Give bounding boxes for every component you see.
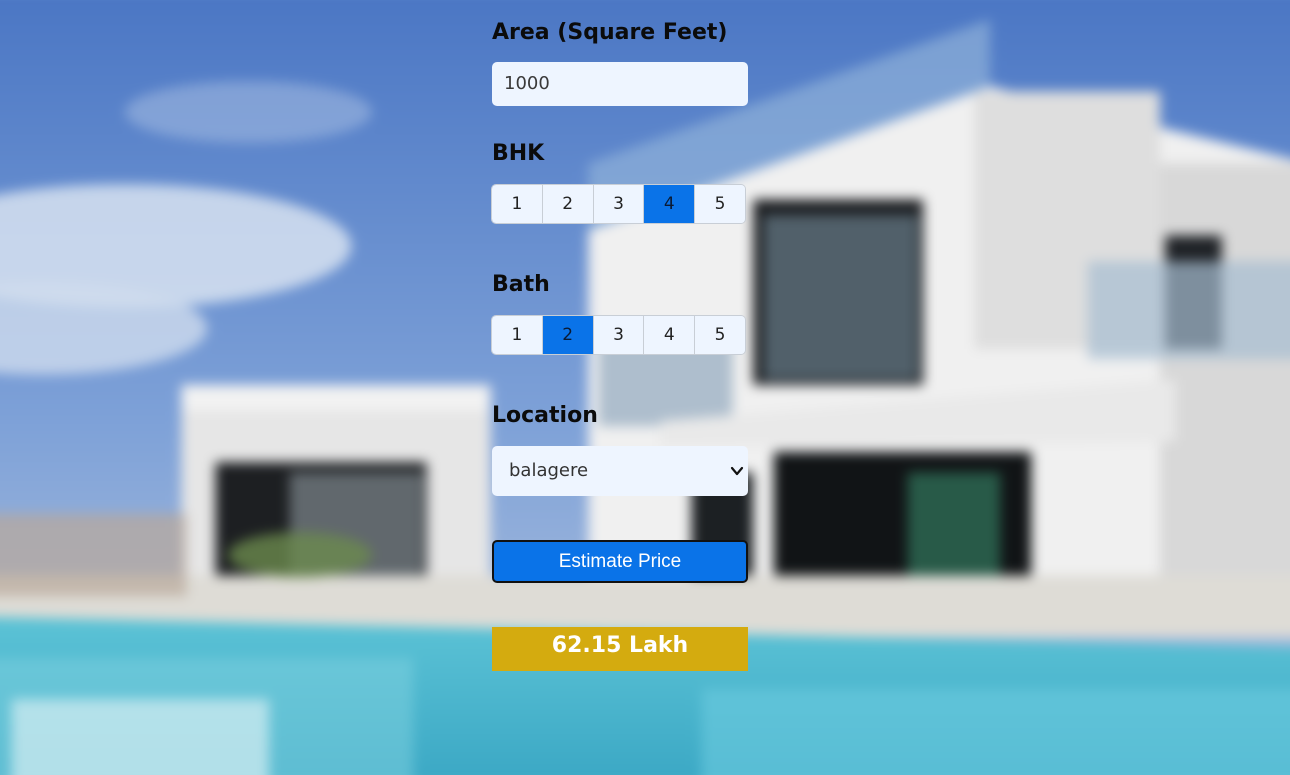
area-label: Area (Square Feet) xyxy=(492,20,728,45)
bath-option-3[interactable]: 3 xyxy=(593,316,645,354)
chevron-down-icon xyxy=(730,466,744,476)
area-input[interactable]: 1000 xyxy=(492,62,748,106)
bhk-option-4[interactable]: 4 xyxy=(644,185,696,223)
bath-option-5[interactable]: 5 xyxy=(695,316,745,354)
bath-option-4[interactable]: 4 xyxy=(644,316,696,354)
bhk-option-3[interactable]: 3 xyxy=(593,185,645,223)
bath-label: Bath xyxy=(492,272,550,297)
estimated-price-result: 62.15 Lakh xyxy=(492,627,748,671)
bath-option-1[interactable]: 1 xyxy=(492,316,543,354)
bhk-option-2[interactable]: 2 xyxy=(542,185,594,223)
bhk-radio-group: 1 2 3 4 5 xyxy=(492,185,745,223)
bhk-option-5[interactable]: 5 xyxy=(695,185,745,223)
bath-radio-group: 1 2 3 4 5 xyxy=(492,316,745,354)
location-select[interactable]: balagere xyxy=(492,446,748,496)
bhk-label: BHK xyxy=(492,141,545,166)
bhk-option-1[interactable]: 1 xyxy=(492,185,543,223)
bath-option-2[interactable]: 2 xyxy=(542,316,594,354)
estimate-price-button[interactable]: Estimate Price xyxy=(492,540,748,583)
location-selected-value: balagere xyxy=(509,460,589,481)
location-label: Location xyxy=(492,403,598,428)
